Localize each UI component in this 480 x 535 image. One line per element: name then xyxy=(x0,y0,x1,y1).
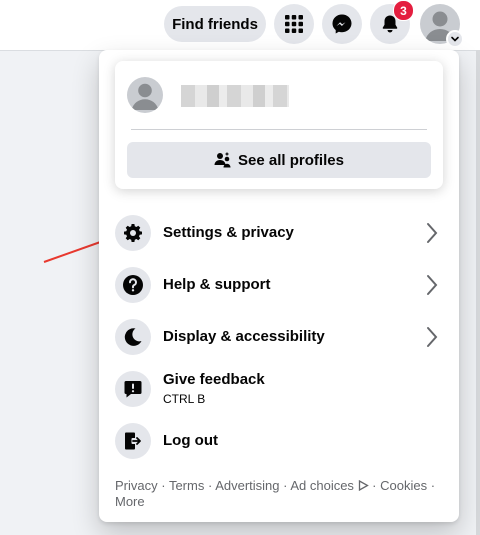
menu-item-give-feedback[interactable]: Give feedback CTRL B xyxy=(107,363,451,415)
notifications-count-badge: 3 xyxy=(393,0,414,21)
footer-link-ad-choices[interactable]: Ad choices xyxy=(290,478,369,493)
footer-link-privacy[interactable]: Privacy xyxy=(115,478,158,493)
settings-icon-circle xyxy=(115,215,151,251)
menu-item-display-accessibility[interactable]: Display & accessibility xyxy=(107,311,451,363)
logout-icon xyxy=(125,432,141,450)
menu-button[interactable] xyxy=(274,4,314,44)
switch-profiles-icon xyxy=(214,152,231,168)
menu-item-label: Log out xyxy=(163,432,218,449)
see-all-profiles-label: See all profiles xyxy=(238,151,344,169)
question-icon xyxy=(123,275,143,295)
footer-link-cookies[interactable]: Cookies xyxy=(380,478,427,493)
moon-icon xyxy=(124,328,142,346)
profile-card: See all profiles xyxy=(115,61,443,189)
menu-footer-links: Privacy · Terms · Advertising · Ad choic… xyxy=(115,478,445,510)
menu-item-label: Display & accessibility xyxy=(163,328,325,345)
footer-separator: · xyxy=(427,478,436,493)
current-profile-row[interactable] xyxy=(125,75,435,115)
footer-separator: · xyxy=(204,478,216,493)
logout-icon-circle xyxy=(115,423,151,459)
messenger-icon xyxy=(332,14,352,34)
grid-menu-icon xyxy=(285,15,303,33)
chevron-right-icon xyxy=(427,275,438,295)
footer-link-terms[interactable]: Terms xyxy=(169,478,204,493)
menu-item-settings-privacy[interactable]: Settings & privacy xyxy=(107,207,451,259)
page-scrollbar[interactable] xyxy=(476,50,480,535)
footer-separator: · xyxy=(157,478,169,493)
menu-item-log-out[interactable]: Log out xyxy=(107,415,451,467)
top-navigation-bar: Find friends 3 xyxy=(0,0,480,51)
card-divider xyxy=(131,129,427,130)
menu-item-label: Help & support xyxy=(163,276,271,293)
gear-icon xyxy=(124,224,142,242)
messenger-button[interactable] xyxy=(322,4,362,44)
profile-name-redacted xyxy=(181,85,289,107)
footer-link-more[interactable]: More xyxy=(115,494,145,509)
help-icon-circle xyxy=(115,267,151,303)
chevron-right-icon xyxy=(427,327,438,347)
notifications-button[interactable]: 3 xyxy=(370,0,414,44)
find-friends-label: Find friends xyxy=(172,15,258,33)
menu-item-help-support[interactable]: Help & support xyxy=(107,259,451,311)
chevron-right-icon xyxy=(427,223,438,243)
footer-separator: · xyxy=(368,478,381,493)
menu-item-label: Settings & privacy xyxy=(163,224,294,241)
feedback-icon-circle xyxy=(115,371,151,407)
display-icon-circle xyxy=(115,319,151,355)
ad-choices-label: Ad choices xyxy=(290,478,354,493)
see-all-profiles-button[interactable]: See all profiles xyxy=(127,142,431,178)
ad-choices-icon xyxy=(358,479,369,492)
keyboard-shortcut-hint: CTRL B xyxy=(163,392,206,406)
menu-item-label: Give feedback xyxy=(163,371,265,388)
default-avatar-icon xyxy=(131,83,159,110)
chevron-down-icon xyxy=(451,36,459,42)
find-friends-button[interactable]: Find friends xyxy=(164,6,266,42)
account-menu-dropdown: See all profiles Settings & privacy Help… xyxy=(99,50,459,522)
feedback-icon xyxy=(124,381,142,398)
account-menu-caret[interactable] xyxy=(446,30,464,48)
footer-link-advertising[interactable]: Advertising xyxy=(215,478,279,493)
footer-separator: · xyxy=(279,478,291,493)
profile-avatar xyxy=(127,77,163,113)
